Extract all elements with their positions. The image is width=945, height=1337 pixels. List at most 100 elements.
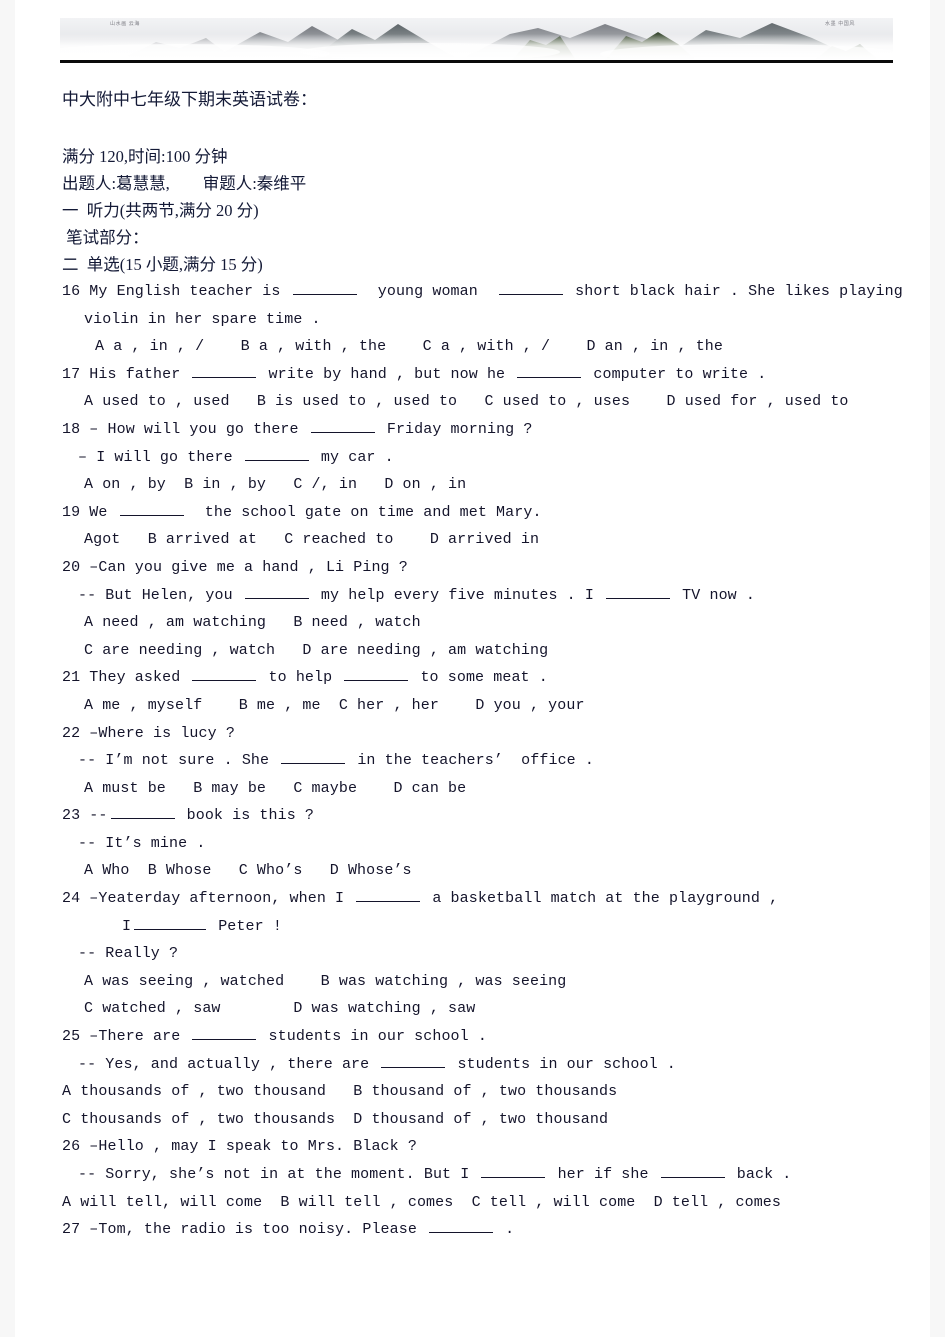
- answer-blank[interactable]: [244, 447, 309, 461]
- question-text: in the teachers’ office .: [348, 752, 594, 770]
- question-text: A Who B Whose C Who’s D Whose’s: [84, 862, 412, 880]
- question-item: 22 –Where is lucy ? -- I’m not sure . She…: [62, 720, 922, 803]
- answer-blank[interactable]: [344, 667, 409, 682]
- question-text: to help: [259, 669, 342, 687]
- question-text: young woman: [359, 283, 497, 300]
- answer-blank[interactable]: [192, 1026, 257, 1041]
- question-text: -- Yes, and actually , there are: [78, 1055, 379, 1073]
- question-text: A will tell, will come B will tell , com…: [62, 1193, 782, 1211]
- question-line: A me , myself B me , me C her , her D yo…: [62, 692, 922, 720]
- question-line: 20 –Can you give me a hand , Li Ping ?: [62, 554, 922, 582]
- question-text: 23 --: [62, 807, 108, 825]
- section-written-part: 笔试部分：: [62, 228, 149, 247]
- question-text: 21 They asked: [62, 669, 190, 687]
- question-text: A need , am watching B need , watch: [84, 614, 421, 632]
- question-text: back .: [727, 1166, 792, 1183]
- question-line: 27 –Tom, the radio is too noisy. Please …: [62, 1216, 922, 1244]
- question-line: A will tell, will come B will tell , com…: [62, 1189, 922, 1217]
- landscape-image: [60, 18, 893, 60]
- question-text: A thousands of , two thousand B thousand…: [62, 1083, 618, 1101]
- answer-blank[interactable]: [244, 585, 309, 599]
- answer-blank[interactable]: [481, 1164, 546, 1178]
- question-line: – I will go there my car .: [62, 444, 922, 472]
- question-text: a basketball match at the playground ,: [423, 890, 779, 908]
- answer-blank[interactable]: [660, 1164, 725, 1178]
- answer-blank[interactable]: [292, 281, 357, 295]
- question-line: A used to , used B is used to , used to …: [62, 388, 922, 416]
- question-line: 23 -- book is this ?: [62, 802, 922, 830]
- question-line: -- Sorry, she’s not in at the moment. Bu…: [62, 1161, 922, 1189]
- question-text: 17 His father: [62, 365, 190, 383]
- answer-blank[interactable]: [192, 364, 257, 378]
- question-text: -- Sorry, she’s not in at the moment. Bu…: [78, 1166, 479, 1183]
- question-line: 17 His father write by hand , but now he…: [62, 361, 922, 389]
- question-text: violin in her spare time .: [84, 310, 321, 328]
- question-text: – I will go there: [78, 448, 242, 466]
- answer-blank[interactable]: [119, 502, 184, 516]
- answer-blank[interactable]: [517, 364, 582, 378]
- title-spacer: [62, 113, 922, 143]
- answer-blank[interactable]: [356, 888, 421, 903]
- question-item: 19 We the school gate on time and met Ma…: [62, 499, 922, 554]
- question-line: A a , in , / B a , with , the C a , with…: [62, 333, 922, 361]
- question-line: -- Yes, and actually , there are student…: [62, 1051, 922, 1079]
- banner-caption-right: 水墨 中国风: [825, 21, 855, 27]
- question-text: 18 – How will you go there: [62, 420, 308, 438]
- header-banner: 山水画 云海 水墨 中国风: [60, 18, 893, 63]
- question-text: C watched , saw D was watching , saw: [84, 1000, 476, 1018]
- question-item: 20 –Can you give me a hand , Li Ping ? --…: [62, 554, 922, 664]
- question-line: 25 –There are students in our school .: [62, 1023, 922, 1051]
- question-text: A used to , used B is used to , used to …: [84, 393, 849, 411]
- question-line: A Who B Whose C Who’s D Whose’s: [62, 857, 922, 885]
- question-item: 17 His father write by hand , but now he…: [62, 361, 922, 416]
- question-line: C thousands of , two thousands D thousan…: [62, 1106, 922, 1134]
- question-text: Friday morning ?: [377, 420, 533, 438]
- question-text: students in our school .: [448, 1055, 676, 1073]
- question-text: C are needing , watch D are needing , am…: [84, 641, 549, 659]
- question-text: students in our school .: [259, 1028, 487, 1046]
- question-line: 16 My English teacher is young woman sho…: [62, 278, 922, 306]
- answer-blank[interactable]: [381, 1054, 446, 1068]
- question-item: 16 My English teacher is young woman sho…: [62, 278, 922, 361]
- question-line: A was seeing , watched B was watching , …: [62, 968, 922, 996]
- answer-blank[interactable]: [110, 805, 175, 820]
- question-line: A need , am watching B need , watch: [62, 609, 922, 637]
- question-line: 18 – How will you go there Friday mornin…: [62, 416, 922, 444]
- question-item: 25 –There are students in our school . --…: [62, 1023, 922, 1133]
- question-item: 23 -- book is this ? -- It’s mine . A Who …: [62, 802, 922, 885]
- answer-blank[interactable]: [192, 667, 257, 682]
- question-line: violin in her spare time .: [62, 306, 922, 334]
- answer-blank[interactable]: [281, 750, 346, 765]
- question-line: A thousands of , two thousand B thousand…: [62, 1078, 922, 1106]
- question-text: 20 –Can you give me a hand , Li Ping ?: [62, 558, 408, 576]
- question-line: 21 They asked to help to some meat .: [62, 664, 922, 692]
- question-text: -- It’s mine .: [78, 834, 206, 852]
- page-title: 中大附中七年级下期末英语试卷：: [62, 90, 317, 109]
- answer-blank[interactable]: [499, 281, 564, 295]
- question-item: 24 –Yeaterday afternoon, when I a basket…: [62, 885, 922, 1023]
- question-item: 18 – How will you go there Friday mornin…: [62, 416, 922, 499]
- question-text: TV now .: [673, 586, 755, 604]
- question-text: to some meat .: [411, 669, 548, 687]
- question-line: 19 We the school gate on time and met Ma…: [62, 499, 922, 527]
- question-line: 22 –Where is lucy ?: [62, 720, 922, 748]
- question-text: 22 –Where is lucy ?: [62, 724, 235, 742]
- question-line: A must be B may be C maybe D can be: [62, 775, 922, 803]
- question-line: -- It’s mine .: [62, 830, 922, 858]
- question-text: -- But Helen, you: [78, 586, 242, 604]
- answer-blank[interactable]: [134, 916, 207, 930]
- question-item: 26 –Hello , may I speak to Mrs. Black ? -…: [62, 1133, 922, 1216]
- question-text: 19 We: [62, 503, 117, 521]
- ink-wash-mountains-icon: [60, 18, 893, 60]
- answer-blank[interactable]: [606, 585, 671, 599]
- answer-blank[interactable]: [429, 1219, 494, 1234]
- question-text: I: [122, 917, 132, 935]
- document-page: 山水画 云海 水墨 中国风 中大附中七年级下期末英语试卷： 满分 120,时间:…: [15, 0, 930, 1337]
- question-text: 27 –Tom, the radio is too noisy. Please: [62, 1221, 427, 1239]
- answer-blank[interactable]: [310, 419, 375, 433]
- question-item: 21 They asked to help to some meat . A me…: [62, 664, 922, 719]
- question-line: I Peter !: [62, 913, 922, 941]
- question-line: -- I’m not sure . She in the teachers’ o…: [62, 747, 922, 775]
- question-text: A on , by B in , by C /, in D on , in: [84, 476, 467, 494]
- question-text: A must be B may be C maybe D can be: [84, 779, 467, 797]
